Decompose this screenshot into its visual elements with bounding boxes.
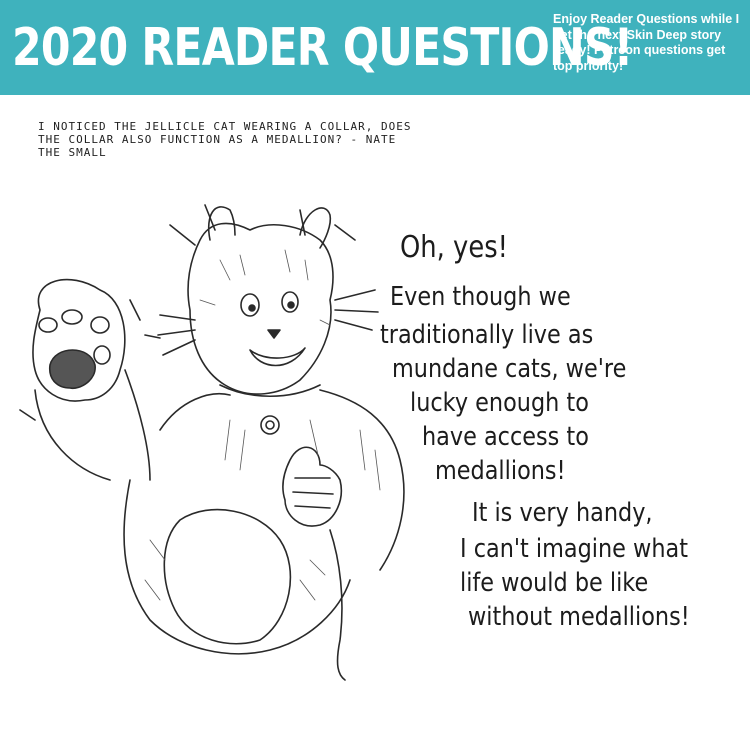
paw-toe-bean — [61, 309, 83, 325]
answer-line: have access to — [422, 422, 589, 452]
answer-line: lucky enough to — [410, 388, 589, 418]
cat-arm — [34, 369, 151, 481]
answer-line: life would be like — [460, 568, 649, 598]
answer-line: Oh, yes! — [400, 230, 508, 265]
paw-toe-bean — [90, 316, 110, 334]
answer-line: Even though we — [390, 282, 571, 312]
answer-line: medallions! — [435, 456, 566, 486]
page-title: 2020 READER QUESTIONS! — [12, 18, 633, 78]
paw-toe-bean — [93, 345, 111, 365]
cat-body — [123, 389, 405, 655]
cat-nose — [267, 329, 281, 339]
answer-line: I can't imagine what — [460, 534, 688, 564]
collar-medallion — [260, 415, 280, 435]
answer-speech: Oh, yes! Even though we traditionally li… — [380, 230, 740, 660]
answer-line: It is very handy, — [472, 498, 653, 528]
cat-collar — [219, 384, 321, 397]
answer-line: without medallions! — [468, 602, 690, 632]
answer-line: mundane cats, we're — [392, 354, 627, 384]
cat-ear-right — [299, 207, 332, 249]
thumbs-up-hand — [282, 446, 342, 527]
cat-mouth — [249, 347, 306, 367]
header-banner: 2020 READER QUESTIONS! Enjoy Reader Ques… — [0, 0, 750, 95]
paw-main-pad — [48, 349, 96, 390]
answer-line: traditionally live as — [380, 320, 594, 350]
cat-head — [187, 222, 334, 395]
header-blurb: Enjoy Reader Questions while I get the n… — [553, 12, 740, 73]
reader-question: I noticed the Jellicle cat wearing a col… — [38, 120, 412, 159]
cat-belly — [163, 508, 292, 645]
paw-toe-bean — [38, 317, 58, 333]
